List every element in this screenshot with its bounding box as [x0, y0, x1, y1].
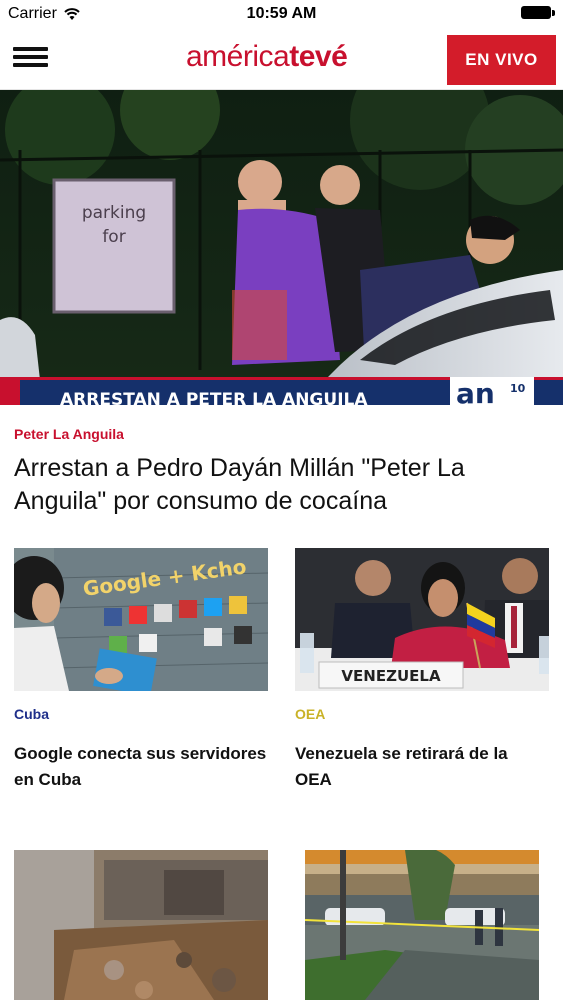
article-card-cuba[interactable]: Google + Kcho Cuba Google conecta sus se…: [14, 548, 268, 789]
svg-text:parking: parking: [82, 203, 146, 223]
name-placard: VENEZUELA: [341, 667, 441, 685]
site-logo[interactable]: américatevé: [186, 40, 348, 74]
svg-text:for: for: [102, 227, 125, 247]
logo-text-america: américa: [186, 40, 290, 73]
hero-headline[interactable]: Arrestan a Pedro Dayán Millán "Peter La …: [14, 452, 549, 518]
svg-text:10: 10: [510, 382, 526, 395]
article-category-label[interactable]: OEA: [295, 706, 325, 722]
live-button[interactable]: EN VIVO: [447, 35, 556, 85]
hero-category-label[interactable]: Peter La Anguila: [14, 426, 124, 442]
article-card-4[interactable]: [305, 850, 559, 1000]
article-card-3[interactable]: [14, 850, 268, 1000]
article-thumbnail: Google + Kcho: [14, 548, 268, 691]
article-thumbnail: [305, 850, 539, 1000]
article-thumbnail: [14, 850, 268, 1000]
article-thumbnail: VENEZUELA: [295, 548, 549, 691]
article-headline[interactable]: Google conecta sus servidores en Cuba: [14, 741, 268, 793]
status-bar: Carrier 10:59 AM: [0, 0, 563, 30]
hamburger-menu-icon[interactable]: [13, 47, 48, 73]
clock: 10:59 AM: [246, 5, 317, 22]
article-card-oea[interactable]: VENEZUELA OEA Venezuela se retirará de l…: [295, 548, 549, 789]
top-nav-bar: américatevé EN VIVO: [0, 30, 563, 90]
logo-text-teve: tevé: [289, 40, 348, 73]
hero-image[interactable]: parking for ARRESTAN A PETER LA ANGUILA …: [0, 90, 563, 405]
hero-image-caption: ARRESTAN A PETER LA ANGUILA: [60, 390, 368, 405]
battery-icon: [521, 6, 555, 19]
svg-text:an: an: [456, 377, 495, 405]
article-headline[interactable]: Venezuela se retirará de la OEA: [295, 741, 549, 793]
article-category-label[interactable]: Cuba: [14, 706, 49, 722]
